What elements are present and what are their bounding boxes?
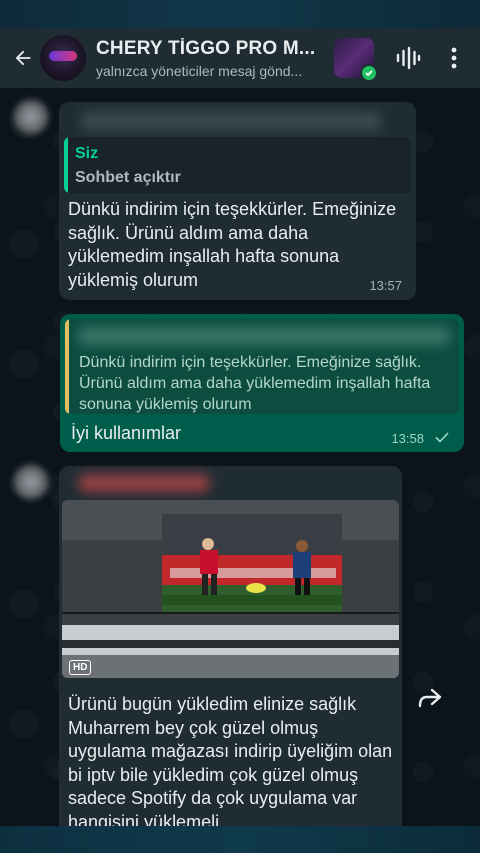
navigation-bar (0, 826, 480, 853)
sender-avatar[interactable] (12, 463, 50, 501)
tv-screen-photo (62, 500, 399, 678)
back-arrow-icon (15, 50, 31, 66)
sent-check-icon (435, 432, 449, 443)
message-text: Ürünü bugün yükledim elinize sağlık Muha… (68, 694, 393, 832)
sender-name-blurred (81, 112, 381, 130)
message-time: 13:57 (369, 278, 402, 293)
message-bubble-outgoing[interactable]: Dünkü indirim için teşekkürler. Emeğiniz… (60, 314, 464, 452)
quoted-text: Sohbet açıktır (75, 169, 181, 186)
sender-avatar[interactable] (12, 98, 50, 136)
message-text: Dünkü indirim için teşekkürler. Emeğiniz… (68, 199, 397, 290)
hd-badge: HD (69, 660, 92, 675)
quoted-message[interactable]: Siz Sohbet açıktır (64, 137, 411, 193)
quoted-text: Dünkü indirim için teşekkürler. Emeğiniz… (79, 354, 431, 413)
quoted-message[interactable]: Dünkü indirim için teşekkürler. Emeğiniz… (65, 319, 459, 414)
kebab-menu-icon (451, 47, 457, 69)
back-button[interactable] (6, 36, 40, 80)
chat-subtitle: yalnızca yöneticiler mesaj gönd... (96, 62, 303, 79)
audio-wave-icon (396, 46, 421, 70)
chat-title: CHERY TİGGO PRO M... (96, 37, 316, 59)
voice-chat-active-icon (360, 64, 378, 82)
sender-name-blurred (79, 474, 209, 492)
chat-title-area[interactable]: CHERY TİGGO PRO M... yalnızca yöneticile… (96, 38, 326, 79)
quoted-sender-name: Siz (75, 145, 99, 162)
forward-button[interactable] (410, 678, 450, 718)
forward-icon (418, 688, 442, 708)
voice-chat-avatar[interactable] (334, 38, 378, 82)
status-bar (0, 0, 480, 28)
quote-bar (65, 319, 69, 414)
audio-chat-button[interactable] (388, 36, 428, 80)
message-bubble-incoming[interactable]: Siz Sohbet açıktır Dünkü indirim için te… (59, 102, 416, 300)
group-avatar[interactable] (40, 35, 86, 81)
message-bubble-incoming[interactable]: HD Ürünü bugün yükledim elinize sağlık M… (59, 466, 402, 846)
more-options-button[interactable] (434, 36, 474, 80)
quote-bar (64, 137, 68, 193)
message-text: İyi kullanımlar (71, 423, 182, 443)
image-attachment[interactable]: HD (62, 500, 399, 678)
quoted-sender-blurred (79, 327, 449, 345)
chat-header: CHERY TİGGO PRO M... yalnızca yöneticile… (0, 28, 480, 88)
message-time: 13:58 (391, 431, 424, 446)
